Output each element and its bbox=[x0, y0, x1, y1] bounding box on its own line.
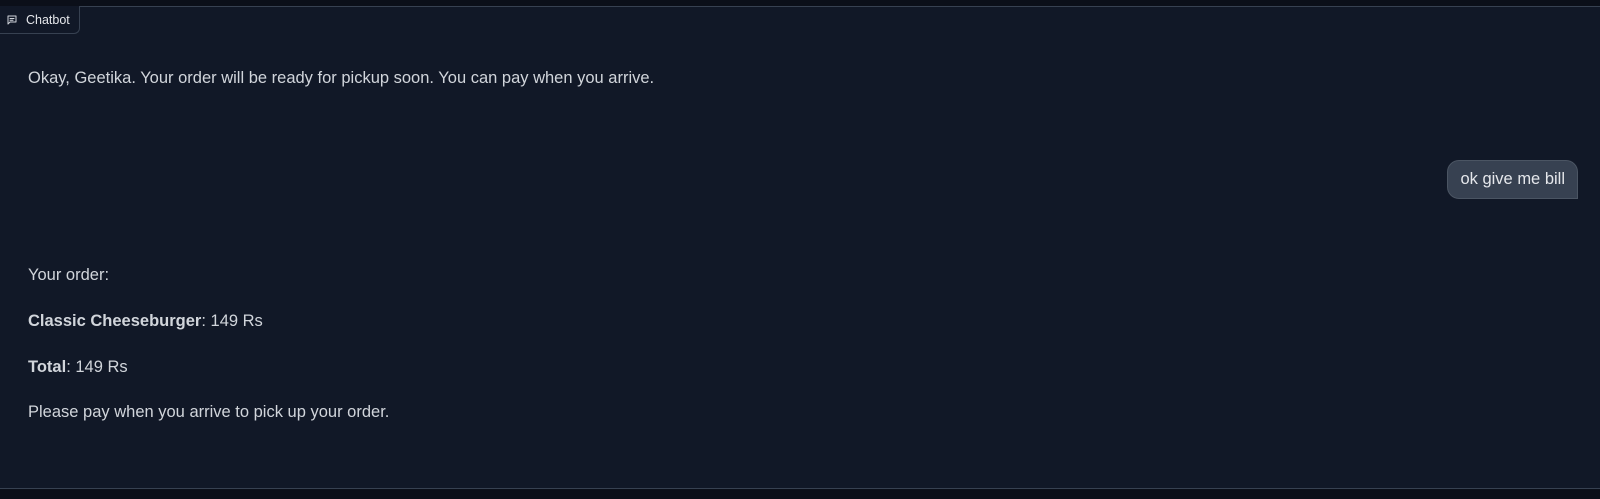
chatbot-panel: Chatbot Okay, Geetika. Your order will b… bbox=[0, 6, 1600, 489]
chatbot-label-chip: Chatbot bbox=[0, 6, 80, 34]
bill-item-price: : 149 Rs bbox=[201, 312, 263, 330]
bill-item-line: Classic Cheeseburger: 149 Rs bbox=[28, 311, 263, 331]
bill-total-label: Total bbox=[28, 358, 67, 376]
chatbot-label: Chatbot bbox=[26, 12, 70, 27]
user-message-text: ok give me bill bbox=[1460, 170, 1565, 188]
bill-item-name: Classic Cheeseburger bbox=[28, 312, 202, 330]
user-message-bubble: ok give me bill bbox=[1447, 160, 1578, 199]
bill-total-value: : 149 Rs bbox=[66, 358, 128, 376]
bill-note: Please pay when you arrive to pick up yo… bbox=[28, 403, 390, 421]
bill-heading: Your order: bbox=[28, 266, 110, 284]
bill-total-line: Total: 149 Rs bbox=[28, 357, 128, 377]
bot-message-confirmation: Okay, Geetika. Your order will be ready … bbox=[28, 69, 655, 87]
chat-icon bbox=[6, 14, 18, 26]
